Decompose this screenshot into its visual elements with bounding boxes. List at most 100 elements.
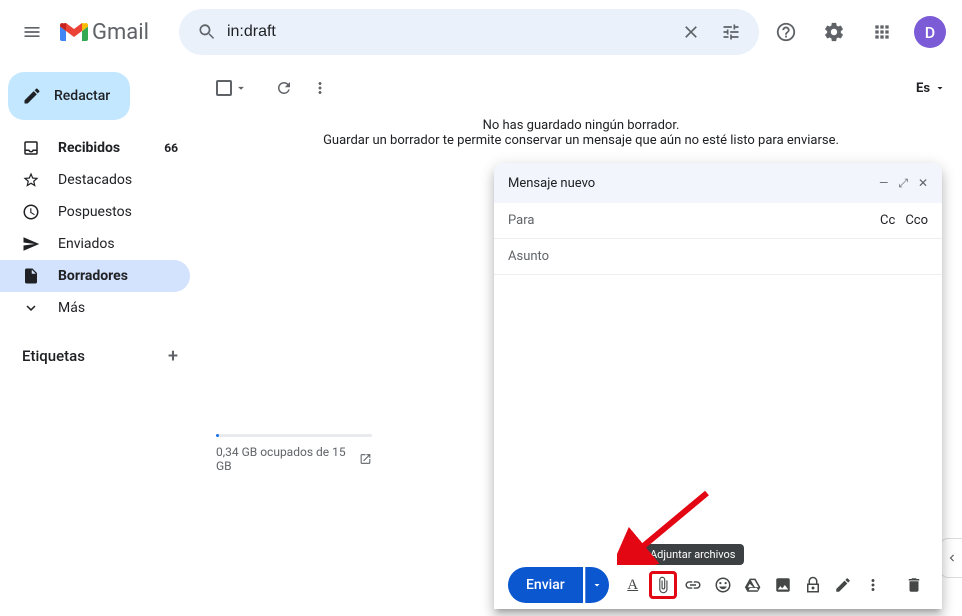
account-avatar[interactable]: D xyxy=(914,16,946,48)
dropdown-icon xyxy=(591,579,603,591)
content-toolbar: Es xyxy=(200,64,962,112)
send-icon xyxy=(22,235,42,253)
more-actions-button[interactable] xyxy=(302,70,338,106)
insert-photo-button[interactable] xyxy=(769,571,797,599)
side-panel-toggle[interactable] xyxy=(940,538,962,578)
formatting-button[interactable]: A xyxy=(619,571,647,599)
confidential-mode-button[interactable] xyxy=(799,571,827,599)
pen-icon xyxy=(834,576,852,594)
sidebar-item-label: Pospuestos xyxy=(58,204,132,220)
gear-icon xyxy=(823,21,845,43)
attach-tooltip: Adjuntar archivos xyxy=(642,544,744,565)
gmail-logo-icon xyxy=(60,21,88,43)
compose-to-row[interactable]: Para Cc Cco xyxy=(494,203,942,239)
discard-draft-button[interactable] xyxy=(900,571,928,599)
lang-label: Es xyxy=(916,81,930,96)
dropdown-icon xyxy=(234,81,248,95)
emoji-icon xyxy=(714,576,732,594)
close-button[interactable]: ✕ xyxy=(918,176,928,191)
inbox-count: 66 xyxy=(164,141,178,155)
search-clear-button[interactable] xyxy=(671,12,711,52)
compose-header[interactable]: Mensaje nuevo — ⤢ ✕ xyxy=(494,163,942,203)
chevron-down-icon xyxy=(22,299,42,317)
language-switcher[interactable]: Es xyxy=(916,81,946,96)
open-in-new-icon[interactable] xyxy=(359,452,372,466)
to-label: Para xyxy=(508,213,534,228)
sidebar-item-label: Enviados xyxy=(58,236,115,252)
subject-placeholder: Asunto xyxy=(508,249,549,264)
compose-body[interactable] xyxy=(494,275,942,561)
main-menu-button[interactable] xyxy=(8,8,56,56)
compose-title: Mensaje nuevo xyxy=(508,176,595,191)
link-icon xyxy=(684,576,702,594)
gmail-logo-text: Gmail xyxy=(92,20,149,45)
empty-state-line2: Guardar un borrador te permite conservar… xyxy=(220,133,942,148)
empty-state-line1: No has guardado ningún borrador. xyxy=(220,118,942,133)
cc-button[interactable]: Cc xyxy=(880,213,895,228)
more-vert-icon xyxy=(864,576,882,594)
gmail-logo[interactable]: Gmail xyxy=(60,20,149,45)
search-options-button[interactable] xyxy=(711,12,751,52)
search-bar xyxy=(179,9,759,55)
help-icon xyxy=(775,21,797,43)
pencil-icon xyxy=(22,86,42,106)
sidebar: Redactar Recibidos 66 Destacados Pospues… xyxy=(0,64,200,616)
add-label-button[interactable]: + xyxy=(168,346,178,367)
send-button[interactable]: Enviar xyxy=(508,567,583,603)
compose-button[interactable]: Redactar xyxy=(8,72,130,120)
search-icon xyxy=(197,22,217,42)
bcc-button[interactable]: Cco xyxy=(905,213,928,228)
refresh-icon xyxy=(275,79,293,97)
send-options-button[interactable] xyxy=(585,567,609,603)
trash-icon xyxy=(905,576,923,594)
clock-icon xyxy=(22,203,42,221)
compose-subject-row[interactable]: Asunto xyxy=(494,239,942,275)
sidebar-item-inbox[interactable]: Recibidos 66 xyxy=(0,132,190,164)
checkbox-icon xyxy=(216,80,232,96)
attach-button[interactable] xyxy=(649,571,677,599)
sidebar-item-label: Más xyxy=(58,300,85,316)
text-format-icon: A xyxy=(627,577,638,594)
empty-state: No has guardado ningún borrador. Guardar… xyxy=(200,112,962,154)
select-all-checkbox[interactable] xyxy=(216,80,248,96)
insert-drive-button[interactable] xyxy=(739,571,767,599)
sidebar-item-drafts[interactable]: Borradores xyxy=(0,260,190,292)
compose-label: Redactar xyxy=(54,88,110,104)
compose-footer: Adjuntar archivos Enviar A xyxy=(494,561,942,609)
more-options-button[interactable] xyxy=(859,571,887,599)
sidebar-item-label: Recibidos xyxy=(58,140,120,156)
star-icon xyxy=(22,171,42,189)
avatar-initial: D xyxy=(925,23,935,42)
drive-icon xyxy=(744,576,762,594)
tune-icon xyxy=(721,22,741,42)
search-button[interactable] xyxy=(187,12,227,52)
chevron-left-icon xyxy=(945,551,959,565)
image-icon xyxy=(774,576,792,594)
close-icon xyxy=(681,22,701,42)
labels-header: Etiquetas + xyxy=(0,338,200,374)
settings-button[interactable] xyxy=(814,12,854,52)
dropdown-icon xyxy=(934,82,946,94)
storage-track xyxy=(216,434,372,437)
sidebar-item-starred[interactable]: Destacados xyxy=(0,164,190,196)
compose-window: Mensaje nuevo — ⤢ ✕ Para Cc Cco Asunto A… xyxy=(494,163,942,609)
search-input[interactable] xyxy=(227,23,671,41)
refresh-button[interactable] xyxy=(266,70,302,106)
sidebar-item-sent[interactable]: Enviados xyxy=(0,228,190,260)
storage-indicator: 0,34 GB ocupados de 15 GB xyxy=(216,434,372,473)
hamburger-icon xyxy=(22,22,42,42)
lock-clock-icon xyxy=(804,576,822,594)
insert-emoji-button[interactable] xyxy=(709,571,737,599)
sidebar-item-snoozed[interactable]: Pospuestos xyxy=(0,196,190,228)
support-button[interactable] xyxy=(766,12,806,52)
apps-button[interactable] xyxy=(862,12,902,52)
fullscreen-button[interactable]: ⤢ xyxy=(898,176,908,191)
inbox-icon xyxy=(22,139,42,157)
insert-link-button[interactable] xyxy=(679,571,707,599)
draft-icon xyxy=(22,267,42,285)
insert-signature-button[interactable] xyxy=(829,571,857,599)
storage-fill xyxy=(216,434,219,437)
minimize-button[interactable]: — xyxy=(879,176,888,191)
paperclip-icon xyxy=(654,576,672,594)
sidebar-item-more[interactable]: Más xyxy=(0,292,190,324)
